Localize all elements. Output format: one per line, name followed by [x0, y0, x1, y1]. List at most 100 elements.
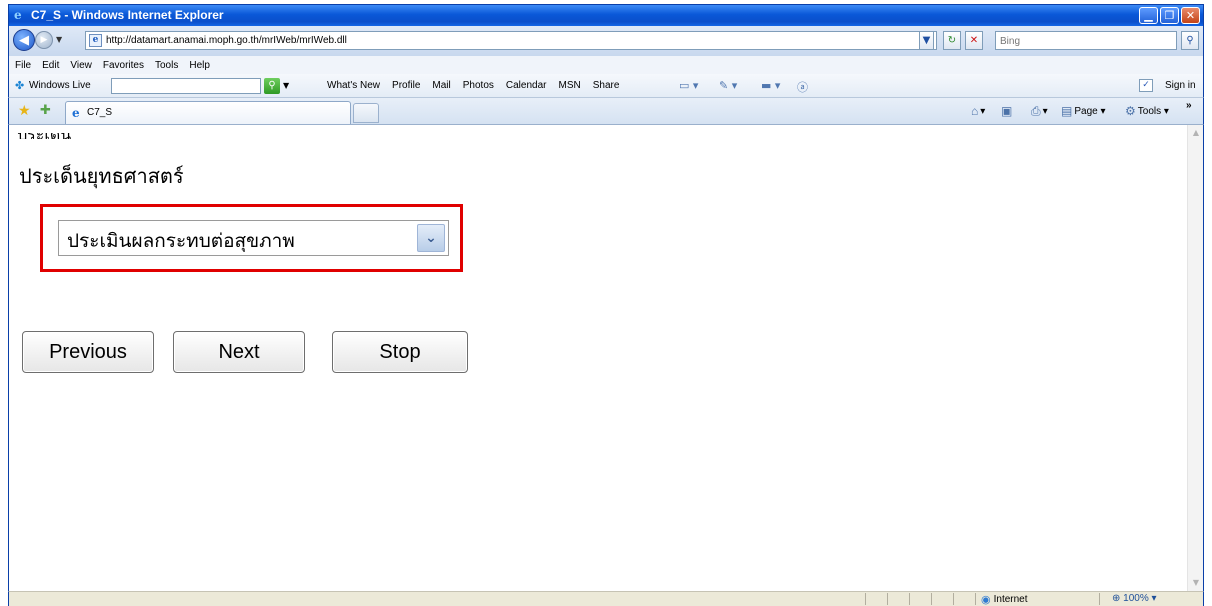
back-arrow-icon: ◀	[19, 32, 29, 48]
tools-menu-label: Tools	[1137, 105, 1162, 117]
tab-c7-s[interactable]: e C7_S	[65, 101, 351, 124]
security-zone: ◉ Internet	[981, 593, 1028, 606]
status-divider	[953, 593, 954, 605]
zoom-level: 100%	[1123, 593, 1149, 604]
link-msn[interactable]: MSN	[558, 80, 580, 91]
chevron-down-icon: ▼	[922, 35, 931, 46]
recent-pages-dropdown[interactable]: ▼	[56, 35, 62, 44]
windows-live-search-input[interactable]	[111, 78, 261, 94]
new-tab-button[interactable]	[353, 103, 379, 123]
live-links: What's New Profile Mail Photos Calendar …	[327, 80, 631, 91]
status-divider	[1099, 593, 1100, 605]
chevron-down-icon: ▾	[1151, 593, 1157, 604]
menu-view[interactable]: View	[70, 60, 92, 71]
previous-button[interactable]: Previous	[22, 331, 154, 373]
print-button[interactable]: ⎙ ▾	[1031, 104, 1048, 119]
status-divider	[931, 593, 932, 605]
address-url: http://datamart.anamai.moph.go.th/mrIWeb…	[106, 35, 347, 46]
zoom-icon: ⊕	[1112, 593, 1121, 604]
toolbar-overflow-chevron[interactable]: »	[1186, 100, 1192, 111]
status-divider	[865, 593, 866, 605]
forward-button[interactable]: ▶	[35, 31, 53, 49]
search-icon: ⚲	[1186, 35, 1194, 46]
zone-label: Internet	[993, 594, 1028, 605]
gear-icon: ⚙	[1125, 104, 1136, 118]
stop-button[interactable]: ✕	[965, 31, 983, 50]
minimize-button[interactable]: ▁	[1139, 7, 1158, 24]
clipped-top-text: ประเด็นยุทธศาสตร์	[17, 133, 137, 139]
menu-bar: File Edit View Favorites Tools Help	[8, 56, 1204, 74]
ie-logo-icon: e	[14, 8, 22, 22]
page-menu-button[interactable]: ▤ Page ▾	[1061, 104, 1106, 118]
link-share[interactable]: Share	[593, 80, 620, 91]
highlight-tool-icon[interactable]: ▬ ▾	[761, 79, 780, 92]
tab-label: C7_S	[87, 107, 113, 118]
translate-tool-icon[interactable]: ⓐ	[797, 79, 808, 95]
strategy-select[interactable]: ประเมินผลกระทบต่อสุขภาพ ⌄	[58, 220, 449, 256]
ie-page-icon: e	[72, 106, 80, 120]
window-title: C7_S - Windows Internet Explorer	[31, 8, 224, 22]
sign-in-icon[interactable]: ✓	[1139, 79, 1153, 92]
stop-page-button[interactable]: Stop	[332, 331, 468, 373]
windows-live-search-button[interactable]: ⚲	[264, 78, 280, 94]
menu-help[interactable]: Help	[189, 60, 210, 71]
refresh-icon: ↻	[947, 35, 957, 46]
tab-bar: ★ ✚ e C7_S ⌂ ▾ ▣ ⎙ ▾ ▤ Page ▾ ⚙ Tools ▾ »	[8, 98, 1204, 125]
vertical-scrollbar[interactable]: ▲ ▼	[1187, 125, 1203, 591]
tools-menu-button[interactable]: ⚙ Tools ▾	[1125, 104, 1169, 118]
status-bar: ◉ Internet ⊕ 100% ▾	[8, 591, 1204, 606]
windows-live-logo-icon: ✤	[15, 79, 25, 92]
address-field[interactable]: e http://datamart.anamai.moph.go.th/mrIW…	[85, 31, 937, 50]
page-icon: ▤	[1061, 104, 1073, 118]
menu-edit[interactable]: Edit	[42, 60, 59, 71]
windows-live-label: Windows Live	[29, 80, 91, 91]
link-whats-new[interactable]: What's New	[327, 80, 380, 91]
address-dropdown-button[interactable]: ▼	[919, 31, 934, 50]
menu-favorites[interactable]: Favorites	[103, 60, 144, 71]
search-input[interactable]	[1000, 33, 1170, 49]
stop-icon: ✕	[969, 35, 979, 46]
favorites-star-icon[interactable]: ★	[18, 103, 31, 119]
scroll-down-icon[interactable]: ▼	[1190, 576, 1202, 590]
next-button[interactable]: Next	[173, 331, 305, 373]
globe-icon: ◉	[981, 594, 991, 606]
menu-file[interactable]: File	[15, 60, 31, 71]
photo-tool-icon[interactable]: ✎ ▾	[719, 79, 737, 92]
link-calendar[interactable]: Calendar	[506, 80, 547, 91]
windows-live-toolbar: ✤ Windows Live ⚲ ▼ What's New Profile Ma…	[8, 74, 1204, 98]
link-profile[interactable]: Profile	[392, 80, 420, 91]
search-icon: ⚲	[268, 80, 276, 91]
forward-arrow-icon: ▶	[40, 35, 48, 45]
add-favorite-icon[interactable]: ✚	[40, 103, 51, 118]
status-divider	[909, 593, 910, 605]
feeds-button[interactable]: ▣	[1001, 104, 1014, 118]
refresh-button[interactable]: ↻	[943, 31, 961, 50]
address-toolbar: ◀ ▶ ▼ e http://datamart.anamai.moph.go.t…	[8, 26, 1204, 56]
mail-tool-icon[interactable]: ▭ ▾	[679, 79, 698, 92]
search-button[interactable]: ⚲	[1181, 31, 1199, 50]
maximize-button[interactable]: ❐	[1160, 7, 1179, 24]
chevron-down-icon[interactable]: ⌄	[417, 224, 445, 252]
page-heading: ประเด็นยุทธศาสตร์	[19, 164, 184, 188]
search-field[interactable]	[995, 31, 1177, 50]
home-button[interactable]: ⌂ ▾	[971, 104, 985, 118]
home-icon: ⌂	[971, 104, 979, 118]
status-divider	[887, 593, 888, 605]
select-highlight-box: ประเมินผลกระทบต่อสุขภาพ ⌄	[40, 204, 463, 272]
sign-in-link[interactable]: Sign in	[1165, 80, 1196, 91]
rss-icon: ▣	[1001, 104, 1013, 118]
window-titlebar: e C7_S - Windows Internet Explorer ▁ ❐ ✕	[8, 4, 1204, 26]
back-button[interactable]: ◀	[13, 29, 35, 51]
link-mail[interactable]: Mail	[432, 80, 450, 91]
print-icon: ⎙	[1031, 104, 1041, 118]
windows-live-dropdown[interactable]: ▼	[283, 81, 289, 90]
scroll-up-icon[interactable]: ▲	[1190, 126, 1202, 140]
close-button[interactable]: ✕	[1181, 7, 1200, 24]
window-controls: ▁ ❐ ✕	[1139, 7, 1200, 24]
menu-tools[interactable]: Tools	[155, 60, 178, 71]
select-value: ประเมินผลกระทบต่อสุขภาพ	[67, 230, 295, 252]
page-icon: e	[89, 34, 102, 47]
zoom-control[interactable]: ⊕ 100% ▾	[1112, 593, 1157, 604]
status-divider	[975, 593, 976, 605]
link-photos[interactable]: Photos	[463, 80, 494, 91]
